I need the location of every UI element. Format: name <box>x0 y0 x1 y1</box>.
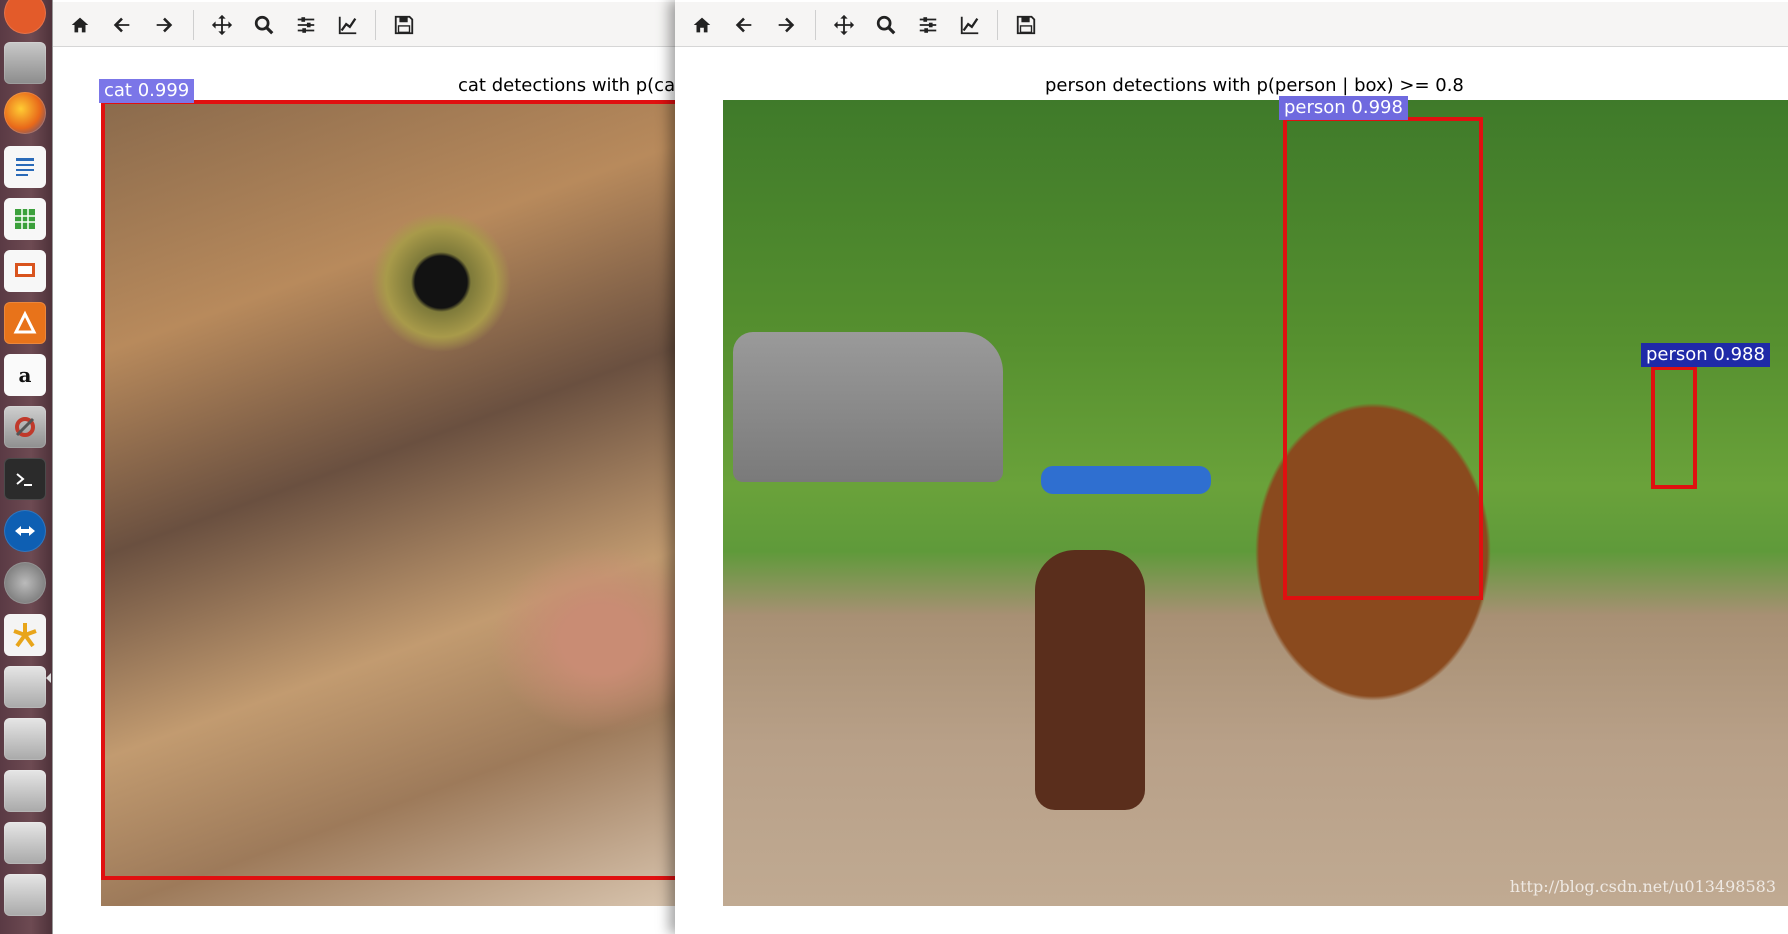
drive-icon[interactable] <box>4 770 46 812</box>
back-arrow-icon <box>113 17 130 33</box>
impress-icon[interactable] <box>4 250 46 292</box>
updater-icon[interactable] <box>4 562 46 604</box>
cat-image <box>101 100 676 906</box>
save-button[interactable] <box>389 10 419 40</box>
zoom-button[interactable] <box>871 10 901 40</box>
teamviewer-icon[interactable] <box>4 510 46 552</box>
terminal-icon[interactable] <box>4 458 46 500</box>
pan-icon <box>211 14 233 36</box>
ubuntu-launcher: a <box>0 0 52 934</box>
toolbar-separator <box>193 10 194 40</box>
configure-subplots-button[interactable] <box>913 10 943 40</box>
edit-axis-button[interactable] <box>333 10 363 40</box>
launcher-indicator <box>46 673 51 683</box>
toolbar-separator <box>375 10 376 40</box>
configure-subplots-button[interactable] <box>291 10 321 40</box>
detection-box-person-2 <box>1651 366 1697 489</box>
zoom-icon <box>876 15 896 35</box>
home-icon <box>71 17 89 33</box>
detection-label-person-1: person 0.998 <box>1279 96 1408 120</box>
drive-icon[interactable] <box>4 666 46 708</box>
forward-arrow-icon <box>778 17 795 33</box>
zoom-icon <box>254 15 274 35</box>
truck-shape <box>733 332 1003 482</box>
save-icon <box>1016 15 1036 35</box>
amazon-icon[interactable]: a <box>4 354 46 396</box>
home-button[interactable] <box>65 10 95 40</box>
matplotlib-toolbar <box>53 2 676 47</box>
drive-icon[interactable] <box>4 822 46 864</box>
configure-subplots-icon <box>919 17 937 33</box>
detection-label-cat: cat 0.999 <box>99 79 195 103</box>
save-button[interactable] <box>1011 10 1041 40</box>
ubuntu-dash-icon[interactable] <box>4 0 46 34</box>
detection-box-cat <box>101 100 676 880</box>
zoom-button[interactable] <box>249 10 279 40</box>
app-icon[interactable] <box>4 614 46 656</box>
software-center-icon[interactable] <box>4 302 46 344</box>
firefox-icon[interactable] <box>4 92 46 134</box>
toolbar-separator <box>815 10 816 40</box>
drive-icon[interactable] <box>4 718 46 760</box>
detection-label-person-2: person 0.988 <box>1641 343 1770 367</box>
files-icon[interactable] <box>4 42 46 84</box>
home-button[interactable] <box>687 10 717 40</box>
writer-icon[interactable] <box>4 146 46 188</box>
matplotlib-toolbar <box>675 2 1788 47</box>
dog-shape <box>1035 550 1145 810</box>
cat-figure-window: cat detections with p(ca cat 0.999 <box>52 0 676 934</box>
settings-icon[interactable] <box>4 406 46 448</box>
forward-arrow-icon <box>156 17 173 33</box>
back-button[interactable] <box>729 10 759 40</box>
configure-subplots-icon <box>297 17 315 33</box>
horse-scene-image: http://blog.csdn.net/u013498583 <box>723 100 1788 906</box>
home-icon <box>693 17 711 33</box>
back-button[interactable] <box>107 10 137 40</box>
edit-axis-icon <box>960 16 979 35</box>
person-figure-window: person detections with p(person | box) >… <box>675 0 1788 934</box>
forward-button[interactable] <box>149 10 179 40</box>
pan-icon <box>833 14 855 36</box>
edit-axis-icon <box>338 16 357 35</box>
figure-title: cat detections with p(ca <box>458 75 676 96</box>
pan-button[interactable] <box>207 10 237 40</box>
edit-axis-button[interactable] <box>955 10 985 40</box>
drive-icon[interactable] <box>4 874 46 916</box>
toolbar-separator <box>997 10 998 40</box>
figure-title: person detections with p(person | box) >… <box>1045 75 1464 96</box>
pan-button[interactable] <box>829 10 859 40</box>
forward-button[interactable] <box>771 10 801 40</box>
back-arrow-icon <box>735 17 752 33</box>
save-icon <box>394 15 414 35</box>
watermark: http://blog.csdn.net/u013498583 <box>1509 877 1776 896</box>
detection-box-person-1 <box>1283 117 1483 600</box>
calc-icon[interactable] <box>4 198 46 240</box>
